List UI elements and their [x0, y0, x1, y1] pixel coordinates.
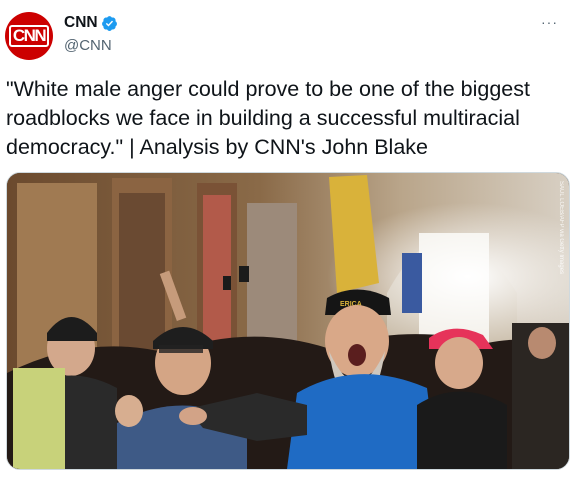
tweet-text: "White male anger could prove to be one …: [6, 77, 530, 159]
author-info: CNN @CNN: [64, 12, 118, 54]
capitol-crowd-photo: ERICA SAUL LOEB/AFP via Getty Images: [7, 173, 569, 469]
ellipsis-icon: ···: [541, 14, 558, 30]
more-options-button[interactable]: ···: [541, 14, 558, 30]
handle[interactable]: @CNN: [64, 37, 118, 54]
tweet-header: CNN CNN @CNN ···: [0, 0, 574, 66]
display-name-row: CNN: [64, 12, 118, 34]
image-credit: SAUL LOEB/AFP via Getty Images: [558, 181, 564, 274]
display-name[interactable]: CNN: [64, 14, 98, 32]
cnn-logo: CNN: [8, 25, 50, 47]
verified-badge-icon: [101, 15, 117, 31]
tweet-photo[interactable]: ERICA SAUL LOEB/AFP via Getty Images: [6, 172, 570, 470]
avatar[interactable]: CNN: [5, 12, 53, 60]
